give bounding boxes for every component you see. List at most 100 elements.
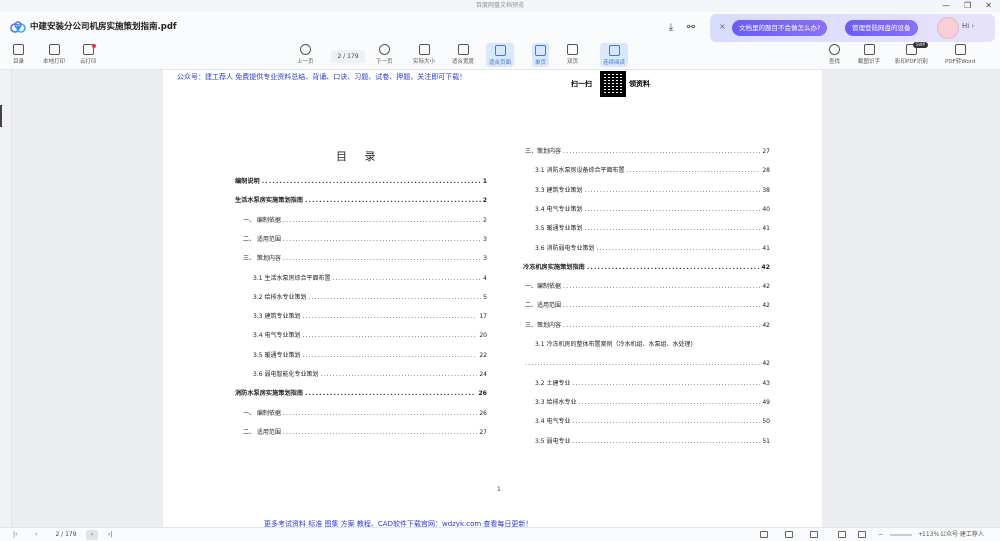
toc-entry-label: 二、适用范围	[525, 302, 562, 310]
toc-leader-dots	[572, 417, 760, 427]
actual-size-button[interactable]: 实际大小	[413, 44, 435, 65]
share-icon[interactable]: ⚯	[684, 20, 698, 34]
toc-entry[interactable]: 3.1 生活水泵房综合平面布置 4	[253, 274, 487, 284]
toc-entry[interactable]: 三、策划内容 27	[525, 147, 770, 157]
toc-entry-label: 三、 策划内容	[243, 255, 281, 263]
cloud-printer-icon	[82, 44, 96, 55]
toc-entry[interactable]: 3.3 建筑专业策划 38	[535, 186, 770, 196]
toc-entry-page: 3	[483, 235, 487, 243]
toc-leader-dots	[305, 389, 476, 399]
panel-toggle-handle[interactable]	[0, 105, 2, 127]
last-page-button[interactable]: ›|	[108, 530, 112, 540]
toc-entry[interactable]: 3.5 弱电专业 51	[535, 437, 770, 447]
toc-leader-dots	[626, 166, 760, 176]
toc-entry[interactable]: 3.6 消防弱电专业策划 41	[535, 244, 770, 254]
next-page-label: 下一页	[376, 59, 393, 65]
pdf-to-word-button[interactable]: PDF转Word	[945, 44, 975, 65]
toc-entry-page: 42	[762, 360, 770, 368]
status-prev-button[interactable]: ‹	[35, 530, 37, 540]
toc-leader-dots	[584, 224, 760, 234]
promo-close-icon[interactable]: ×	[719, 22, 726, 31]
status-next-button[interactable]: ›	[86, 530, 98, 540]
single-page-button[interactable]: 单页	[532, 43, 550, 67]
toc-title: 目 录	[336, 150, 383, 163]
toc-entry-label: 一、编制依据	[525, 283, 562, 291]
find-button[interactable]: 查找	[829, 44, 840, 65]
catalog-button[interactable]: 目录	[13, 44, 24, 65]
status-page-indicator[interactable]: 2 / 179	[47, 530, 85, 540]
first-page-button[interactable]: |‹	[13, 530, 17, 540]
toc-entry[interactable]: 3.5 暖通专业策划 22	[253, 351, 487, 361]
toc-entry[interactable]: 一、 编制依据 2	[243, 216, 487, 226]
close-window-button[interactable]: ✕	[985, 0, 992, 12]
double-view-icon[interactable]	[785, 531, 793, 538]
document-page: 公众号：建工荐人 免费提供专业资料总结、背诵、口诀、习题、试卷、押题，关注即可下…	[163, 70, 822, 527]
toc-entry[interactable]: 二、 适用范围 27	[243, 428, 487, 438]
qr-right-label: 领资料	[629, 79, 650, 88]
page-number-input[interactable]: 2 / 179	[331, 50, 365, 63]
toc-entry[interactable]: 3.3 建筑专业策划 17	[253, 312, 487, 322]
single-view-icon[interactable]	[760, 531, 768, 538]
toc-entry[interactable]: 3.6 弱电智能化专业策划 24	[253, 370, 487, 380]
toc-entry[interactable]: 二、 适用范围 3	[243, 235, 487, 245]
width-view-icon[interactable]	[858, 531, 866, 538]
toc-entry[interactable]: 三、 策划内容 3	[243, 254, 487, 264]
notification-dot	[91, 44, 96, 48]
continuous-read-button[interactable]: 连续阅读	[600, 43, 629, 67]
toc-entry[interactable]: 3.4 电气专业 50	[535, 417, 770, 427]
toc-entry[interactable]: 生活水泵房实施策划指南 2	[235, 196, 487, 206]
toc-entry[interactable]: 42	[523, 359, 770, 369]
toc-entry[interactable]: 编制说明 1	[235, 177, 487, 187]
toc-entry[interactable]: 3.3 给排水专业 49	[535, 398, 770, 408]
manage-devices-button[interactable]: 管理登陆网盘的设备	[845, 20, 918, 36]
toc-entry[interactable]: 消防水泵房实施策划指南 26	[235, 389, 487, 399]
baidu-netdisk-logo-icon	[10, 21, 26, 33]
toc-entry-label: 3.2 给排水专业策划	[253, 293, 307, 301]
greeting-label[interactable]: Hi ›	[962, 22, 974, 30]
toc-entry[interactable]: 3.4 电气专业策划 40	[535, 205, 770, 215]
next-page-button[interactable]: 下一页	[376, 44, 393, 65]
promo-question-button[interactable]: 文档里的题目不会做怎么办?	[732, 20, 828, 36]
toc-entry[interactable]: 3.4 电气专业策划 20	[253, 331, 487, 341]
fit-page-button[interactable]: 适合页面	[486, 43, 515, 67]
document-filename: 中建安装分公司机房实施策划指南.pdf	[30, 22, 177, 32]
restore-button[interactable]: ❐	[964, 0, 971, 12]
toc-entry[interactable]: 二、适用范围 42	[525, 301, 770, 311]
left-panel-collapsed[interactable]	[0, 70, 12, 527]
prev-page-button[interactable]: 上一页	[297, 44, 314, 65]
toc-entry[interactable]: 一、 编制依据 26	[243, 409, 487, 419]
fit-width-button[interactable]: 适合宽度	[452, 44, 474, 65]
qr-left-label: 扫一扫	[571, 79, 592, 88]
local-print-button[interactable]: 本地打印	[43, 44, 65, 65]
toc-leader-dots	[563, 147, 760, 157]
toc-entry-label: 3.5 弱电专业	[535, 437, 571, 445]
toc-entry[interactable]: 3.2 土建专业 43	[535, 379, 770, 389]
toc-entry[interactable]: 冷冻机房实施策划指南 42	[523, 263, 770, 273]
toc-entry[interactable]: 3.1 冷冻机房的整体布置案例（冷水机组、水泵组、水处理)	[535, 340, 770, 350]
toc-entry-page: 42	[762, 321, 770, 329]
toc-entry-label: 一、 编制依据	[243, 216, 281, 224]
scroll-view-icon[interactable]	[810, 531, 818, 538]
toc-entry[interactable]: 3.1 消防水泵房设备综合平面布置 28	[535, 166, 770, 176]
zoom-slider[interactable]	[890, 534, 912, 536]
toc-entry[interactable]: 一、编制依据 42	[525, 282, 770, 292]
toc-entry[interactable]: 三、策划内容 42	[525, 321, 770, 331]
single-page-icon	[535, 45, 546, 56]
minimize-button[interactable]: —	[942, 0, 950, 12]
toc-entry-label: 三、策划内容	[525, 321, 562, 329]
toc-leader-dots	[283, 216, 481, 226]
avatar[interactable]	[937, 17, 959, 39]
toc-entry-page: 5	[483, 293, 487, 301]
zoom-out-button[interactable]: −	[878, 530, 883, 540]
toc-entry[interactable]: 3.5 暖通专业策划 41	[535, 224, 770, 234]
cloud-print-button[interactable]: 云打印	[80, 44, 97, 65]
screenshot-ocr-button[interactable]: 截图识字	[858, 44, 880, 65]
toc-entry-page: 24	[479, 371, 487, 378]
fit-view-icon[interactable]	[838, 531, 846, 538]
toc-leader-dots	[262, 177, 481, 187]
toc-leader-dots	[283, 254, 481, 264]
toc-entry[interactable]: 3.2 给排水专业策划 5	[253, 293, 487, 303]
toc-entry-label: 3.1 生活水泵房综合平面布置	[253, 274, 331, 282]
download-icon[interactable]: ⤓	[664, 20, 678, 34]
double-page-button[interactable]: 双页	[567, 44, 578, 65]
